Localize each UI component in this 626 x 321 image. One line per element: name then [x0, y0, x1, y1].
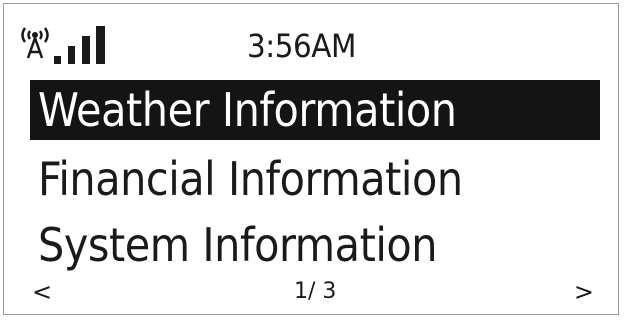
menu-item-system-information[interactable]: System Information [30, 215, 600, 275]
menu-item-label: Weather Information [38, 83, 457, 137]
signal-bars-icon [54, 26, 105, 64]
footer-nav: < 1/ 3 > [4, 274, 618, 310]
menu-item-label: System Information [38, 218, 438, 272]
menu-item-label: Financial Information [38, 152, 463, 206]
antenna-icon [21, 27, 49, 59]
menu-item-weather-information[interactable]: Weather Information [30, 80, 600, 140]
prev-page-arrow[interactable]: < [32, 274, 52, 310]
lcd-screen: 3:56AM Weather Information Financial Inf… [3, 3, 619, 315]
next-page-arrow[interactable]: > [574, 274, 594, 310]
menu-item-financial-information[interactable]: Financial Information [30, 149, 600, 209]
status-bar: 3:56AM [4, 4, 618, 74]
clock: 3:56AM [247, 27, 356, 65]
page-indicator: 1/ 3 [294, 279, 337, 304]
